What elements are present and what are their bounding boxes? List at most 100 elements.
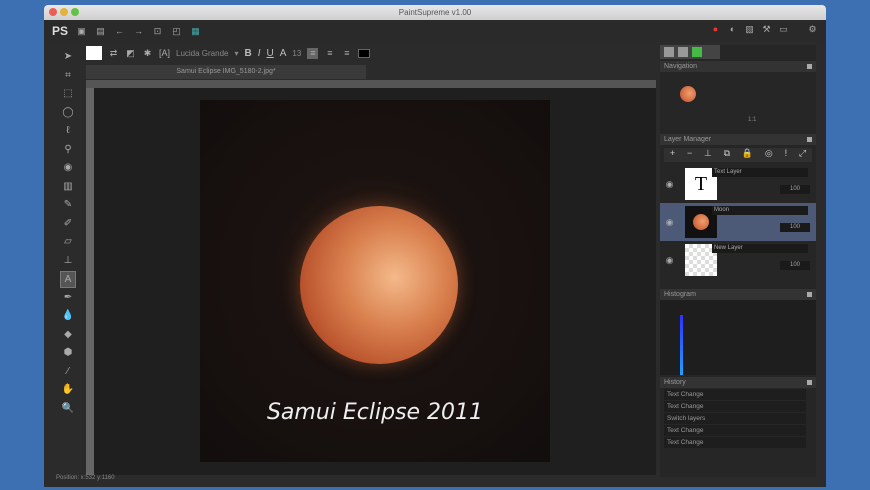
- shape-icon[interactable]: ⬢: [60, 345, 76, 362]
- history-item[interactable]: Text Change: [664, 401, 806, 412]
- add-layer-icon[interactable]: +: [670, 148, 675, 162]
- navigation-header: Navigation: [660, 61, 816, 72]
- panel-tab-adjust[interactable]: [692, 47, 702, 57]
- histogram-header: Histogram: [660, 289, 816, 300]
- align-right-icon[interactable]: ≡: [341, 48, 352, 59]
- font-select[interactable]: Lucida Grande: [176, 49, 228, 58]
- zoom-button[interactable]: [71, 8, 79, 16]
- duplicate-icon[interactable]: ⧉: [724, 148, 730, 162]
- close-button[interactable]: [49, 8, 57, 16]
- history-item[interactable]: Switch layers: [664, 413, 806, 424]
- contrast-icon[interactable]: ◐: [727, 24, 738, 35]
- bold-button[interactable]: B: [245, 48, 252, 59]
- caption-text[interactable]: Samui Eclipse 2011: [200, 400, 550, 425]
- status-bar: Position: x:532 y:1160: [56, 475, 115, 481]
- layers-icon[interactable]: ▭: [778, 24, 789, 35]
- layer-name[interactable]: New Layer: [712, 244, 808, 253]
- panel-tab-tools[interactable]: [664, 47, 674, 57]
- text-color-swatch[interactable]: [358, 48, 371, 58]
- layer-name[interactable]: Moon: [712, 206, 808, 215]
- eye-icon[interactable]: ◉: [664, 179, 675, 190]
- eye-icon[interactable]: ◉: [664, 255, 675, 266]
- adjust-icon[interactable]: ▧: [744, 24, 755, 35]
- stamp-icon[interactable]: ⊥: [60, 253, 76, 270]
- move-tool-icon[interactable]: ➤: [60, 49, 76, 66]
- color-swatch[interactable]: [86, 46, 102, 60]
- eraser-icon[interactable]: ▱: [60, 234, 76, 251]
- tools-icon[interactable]: ⚒: [761, 24, 772, 35]
- ellipse-select-icon[interactable]: ◯: [60, 105, 76, 122]
- zoom-tool-icon[interactable]: 🔍: [60, 401, 76, 418]
- history-item[interactable]: Text Change: [664, 389, 806, 400]
- layer-item[interactable]: ◉ Moon 100: [660, 203, 816, 241]
- font-size-field[interactable]: 13: [292, 49, 301, 58]
- eyedropper-icon[interactable]: ⁄: [60, 364, 76, 381]
- gear-icon[interactable]: ✱: [142, 48, 153, 59]
- text-tool-icon[interactable]: A: [60, 271, 76, 288]
- layer-item[interactable]: ◉ T Text Layer 100: [660, 165, 816, 203]
- image: Samui Eclipse 2011: [200, 100, 550, 462]
- grid-icon[interactable]: ▦: [190, 26, 201, 37]
- layer-name[interactable]: Text Layer: [712, 168, 808, 177]
- horizontal-ruler: [86, 80, 656, 88]
- antialias-button[interactable]: A: [280, 48, 287, 59]
- open-icon[interactable]: ▤: [95, 26, 106, 37]
- options-bar: ⇄ ◩ ✱ [A] Lucida Grande ▾ B I U A 13 ≡ ≡ …: [86, 44, 656, 62]
- color-wheel-icon[interactable]: ●: [710, 24, 721, 35]
- app-window: PaintSupreme v1.00 PS ▣ ▤ ← → ⊡ ◰ ▦ ● ◐ …: [44, 5, 826, 487]
- swap-colors-icon[interactable]: ⇄: [108, 48, 119, 59]
- layer-toolbar: + − ⊥ ⧉ 🔒 ◎! ⤢: [664, 148, 812, 162]
- app-logo: PS: [52, 24, 69, 38]
- layer-manager-header: Layer Manager: [660, 134, 816, 145]
- dodge-icon[interactable]: ◆: [60, 327, 76, 344]
- redo-icon[interactable]: →: [133, 26, 144, 37]
- layer-opacity[interactable]: 100: [780, 223, 810, 232]
- rect-select-icon[interactable]: ⬚: [60, 86, 76, 103]
- undo-icon[interactable]: ←: [114, 26, 125, 37]
- zoom-level[interactable]: 1:1: [748, 117, 756, 123]
- pen-icon[interactable]: ✒: [60, 290, 76, 307]
- italic-button[interactable]: I: [258, 48, 261, 59]
- expand-icon[interactable]: ⤢: [799, 148, 806, 162]
- navigation-thumbnail[interactable]: [680, 86, 696, 102]
- history-item[interactable]: Text Change: [664, 437, 806, 448]
- layer-opacity[interactable]: 100: [780, 185, 810, 194]
- default-colors-icon[interactable]: ◩: [125, 48, 136, 59]
- history-header: History: [660, 377, 816, 388]
- crop-view-icon[interactable]: ◰: [171, 26, 182, 37]
- panel-tab-layers[interactable]: [678, 47, 688, 57]
- canvas-area[interactable]: Samui Eclipse 2011: [94, 88, 656, 475]
- settings-icon[interactable]: ⚙: [807, 24, 818, 35]
- lasso-icon[interactable]: ℓ: [60, 123, 76, 140]
- blur-icon[interactable]: 💧: [60, 308, 76, 325]
- document-tab[interactable]: Samui Eclipse IMG_5180-2.jpg*: [86, 65, 366, 79]
- lock-icon[interactable]: 🔒: [742, 148, 753, 162]
- layer-item[interactable]: ◉ New Layer 100: [660, 241, 816, 279]
- fill-icon[interactable]: ◉: [60, 160, 76, 177]
- visibility-icon[interactable]: ◎: [765, 148, 773, 162]
- gradient-icon[interactable]: ▥: [60, 179, 76, 196]
- text-box-icon[interactable]: [A]: [159, 48, 170, 59]
- navigation-panel: 1:1: [660, 72, 816, 132]
- history-item[interactable]: Text Change: [664, 425, 806, 436]
- main-toolbar: PS ▣ ▤ ← → ⊡ ◰ ▦ ● ◐ ▧ ⚒ ▭ ⚙: [44, 20, 826, 42]
- minimize-button[interactable]: [60, 8, 68, 16]
- new-icon[interactable]: ▣: [76, 26, 87, 37]
- underline-button[interactable]: U: [267, 48, 274, 59]
- pencil-icon[interactable]: ✎: [60, 197, 76, 214]
- eye-icon[interactable]: ◉: [664, 217, 675, 228]
- window-title: PaintSupreme v1.00: [398, 8, 472, 17]
- layer-opacity[interactable]: 100: [780, 261, 810, 270]
- pin-icon[interactable]: !: [785, 148, 788, 162]
- hand-icon[interactable]: ✋: [60, 382, 76, 399]
- fit-icon[interactable]: ⊡: [152, 26, 163, 37]
- crop-tool-icon[interactable]: ⌗: [60, 68, 76, 85]
- wand-icon[interactable]: ⚲: [60, 142, 76, 159]
- title-bar: PaintSupreme v1.00: [44, 5, 826, 20]
- brush-icon[interactable]: ✐: [60, 216, 76, 233]
- align-center-icon[interactable]: ≡: [324, 48, 335, 59]
- histogram-chart: [660, 300, 816, 375]
- remove-layer-icon[interactable]: −: [687, 148, 692, 162]
- merge-icon[interactable]: ⊥: [704, 148, 712, 162]
- align-left-icon[interactable]: ≡: [307, 47, 319, 59]
